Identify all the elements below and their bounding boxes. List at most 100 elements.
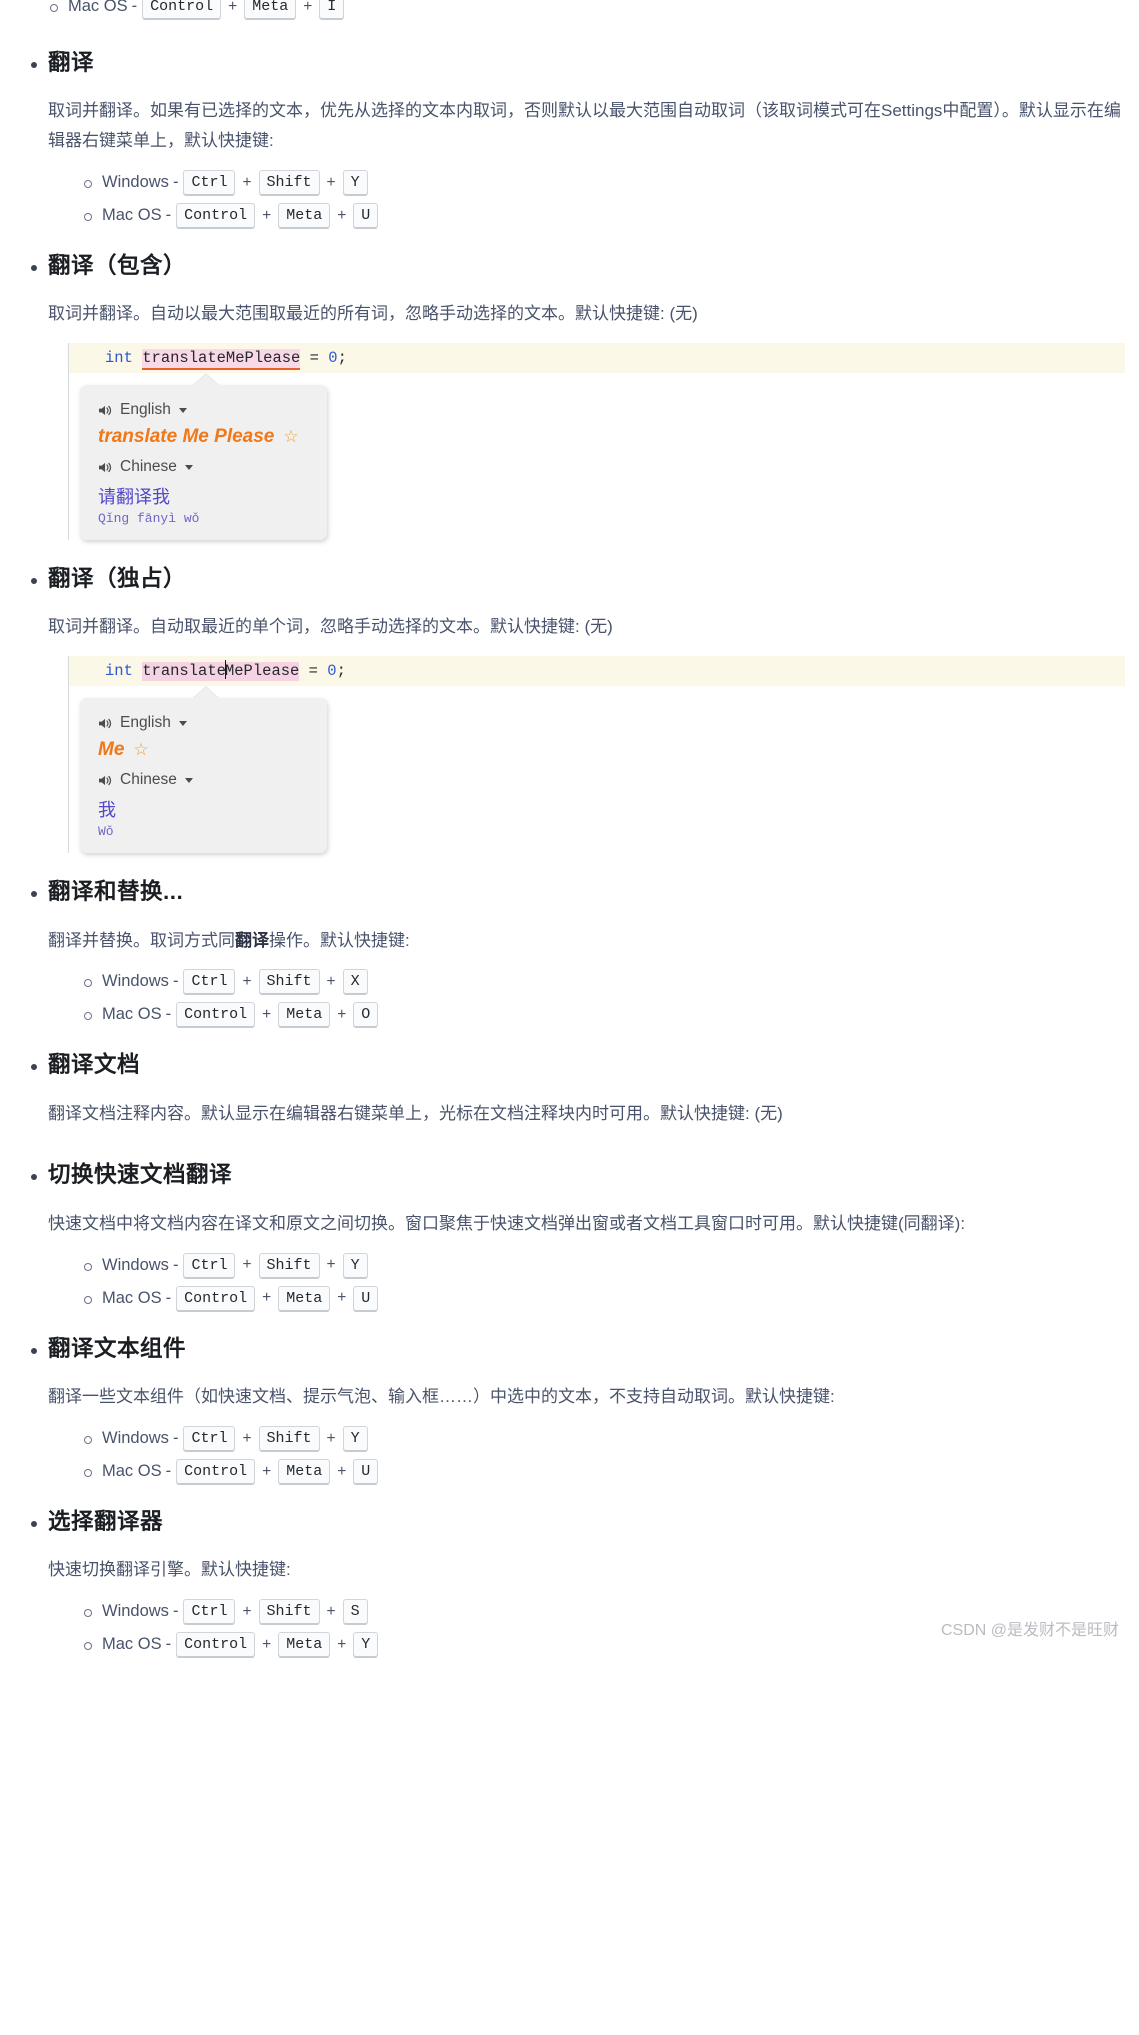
translation-popup: English translate Me Please ☆ Chinese 请翻… <box>80 385 327 540</box>
translation-popup-wrapper: English Me ☆ Chinese 我 Wǒ <box>80 687 327 854</box>
os-label: Mac OS <box>102 1461 162 1480</box>
os-label: Mac OS <box>102 206 162 225</box>
shortcut-item-macos: Mac OS - Control + Meta + O <box>80 1002 1125 1029</box>
plus-sign: + <box>242 1429 252 1447</box>
key-cap: Control <box>176 1458 256 1485</box>
plus-sign: + <box>242 1602 252 1620</box>
plus-sign: + <box>337 1006 347 1024</box>
popup-arrow <box>193 687 219 700</box>
feature-translate-text-component: 翻译文本组件 翻译一些文本组件（如快速文档、提示气泡、输入框……）中选中的文本，… <box>14 1332 1125 1485</box>
key-cap: Shift <box>258 1425 320 1452</box>
dash: - <box>165 1288 172 1307</box>
shortcut-list: Windows - Ctrl + Shift + X Mac OS - Cont… <box>48 969 1125 1029</box>
feature-title: 翻译 <box>48 50 95 75</box>
example-figure-inclusive: int translateMePlease = 0; English trans… <box>48 343 1125 540</box>
target-language-row[interactable]: Chinese <box>98 458 311 476</box>
speaker-icon[interactable] <box>98 461 113 474</box>
translation-popup: English Me ☆ Chinese 我 Wǒ <box>80 698 327 854</box>
watermark: CSDN @是发财不是旺财 <box>940 1621 1119 1639</box>
plus-sign: + <box>337 1462 347 1480</box>
target-language-label[interactable]: Chinese <box>120 458 177 476</box>
shortcut-list: Windows - Ctrl + Shift + Y Mac OS - Cont… <box>48 169 1125 229</box>
feature-title: 翻译和替换... <box>48 879 184 905</box>
code-line: int translateMePlease = 0; <box>69 343 1125 373</box>
source-text-row: Me ☆ <box>98 739 311 761</box>
feature-translate: 翻译 取词并翻译。如果有已选择的文本，优先从选择的文本内取词，否则默认以最大范围… <box>14 46 1125 229</box>
star-icon[interactable]: ☆ <box>133 740 148 760</box>
key-cap: Ctrl <box>183 1598 236 1625</box>
plus-sign: + <box>326 1602 336 1620</box>
desc-pre: 翻译并替换。取词方式同 <box>48 930 235 950</box>
code-operator: = <box>308 662 318 681</box>
plus-sign: + <box>262 1006 272 1024</box>
code-terminator: ; <box>337 349 347 367</box>
code-line: int translateMePlease = 0; <box>69 656 1125 687</box>
code-keyword: int <box>105 662 133 681</box>
shortcut-item-macos: Mac OS - Control + Meta + U <box>80 1458 1125 1485</box>
feature-description: 取词并翻译。自动以最大范围取最近的所有词，忽略手动选择的文本。默认快捷键: (无… <box>48 304 698 324</box>
feature-toggle-quick-doc-translation: 切换快速文档翻译 快速文档中将文档内容在译文和原文之间切换。窗口聚焦于快速文档弹… <box>14 1158 1125 1312</box>
key-cap: I <box>319 0 345 20</box>
key-cap: Control <box>142 0 222 20</box>
os-label: Windows <box>102 972 169 991</box>
desc-post: 操作。默认快捷键: <box>269 930 410 950</box>
chevron-down-icon[interactable] <box>184 777 193 783</box>
key-cap: Y <box>342 169 368 196</box>
dash: - <box>172 972 179 991</box>
feature-translate-document: 翻译文档 翻译文档注释内容。默认显示在编辑器右键菜单上，光标在文档注释块内时可用… <box>14 1048 1125 1128</box>
chevron-down-icon[interactable] <box>178 407 187 413</box>
source-text: translate Me Please <box>98 426 275 447</box>
key-cap: Shift <box>258 169 320 196</box>
code-value: 0 <box>328 349 338 367</box>
dash: - <box>172 1428 179 1447</box>
code-value: 0 <box>327 662 337 681</box>
desc-emphasis: 翻译 <box>235 930 269 950</box>
speaker-icon[interactable] <box>98 717 113 730</box>
feature-translate-exclusive: 翻译（独占） 取词并翻译。自动取最近的单个词，忽略手动选择的文本。默认快捷键: … <box>14 562 1125 854</box>
feature-title: 翻译文档 <box>48 1052 141 1078</box>
chevron-down-icon[interactable] <box>184 464 193 470</box>
source-language-row[interactable]: English <box>98 714 311 732</box>
plus-sign: + <box>337 206 347 224</box>
target-language-label[interactable]: Chinese <box>120 771 177 789</box>
shortcut-item: Mac OS - Control + Meta + I <box>46 0 1125 20</box>
shortcut-item-windows: Windows - Ctrl + Shift + X <box>80 969 1125 996</box>
plus-sign: + <box>242 973 252 991</box>
shortcut-list: Windows - Ctrl + Shift + Y Mac OS - Cont… <box>48 1252 1125 1312</box>
speaker-icon[interactable] <box>98 774 113 787</box>
dash: - <box>165 1634 172 1653</box>
shortcut-item-windows: Windows - Ctrl + Shift + Y <box>80 1252 1125 1279</box>
pinyin-text: Qǐng fānyì wǒ <box>98 511 200 526</box>
example-figure-exclusive: int translateMePlease = 0; English Me ☆ … <box>48 656 1125 854</box>
target-language-row[interactable]: Chinese <box>98 771 311 789</box>
plus-sign: + <box>303 0 313 15</box>
plus-sign: + <box>242 173 252 191</box>
os-label: Mac OS <box>102 1634 162 1653</box>
source-text-row: translate Me Please ☆ <box>98 426 311 448</box>
plus-sign: + <box>262 1289 272 1307</box>
code-identifier: translateMePlease <box>142 660 300 682</box>
feature-description: 取词并翻译。自动取最近的单个词，忽略手动选择的文本。默认快捷键: (无) <box>48 617 613 637</box>
dash: - <box>131 0 138 16</box>
key-cap: X <box>342 969 368 996</box>
plus-sign: + <box>242 1256 252 1274</box>
feature-title: 翻译文本组件 <box>48 1335 187 1361</box>
plus-sign: + <box>337 1289 347 1307</box>
key-cap: Meta <box>278 1002 331 1029</box>
clipped-shortcut-row: Mac OS - Control + Meta + I <box>14 0 1125 20</box>
dash: - <box>165 1005 172 1024</box>
source-language-row[interactable]: English <box>98 401 311 419</box>
source-language-label[interactable]: English <box>120 714 171 732</box>
os-label: Windows <box>102 1601 169 1620</box>
speaker-icon[interactable] <box>98 404 113 417</box>
key-cap: Shift <box>258 1252 320 1279</box>
key-cap: Y <box>342 1425 368 1452</box>
source-language-label[interactable]: English <box>120 401 171 419</box>
dash: - <box>172 1601 179 1620</box>
star-icon[interactable]: ☆ <box>283 427 298 447</box>
os-label: Windows <box>102 173 169 192</box>
translation-popup-wrapper: English translate Me Please ☆ Chinese 请翻… <box>80 374 327 540</box>
chevron-down-icon[interactable] <box>178 720 187 726</box>
os-label: Mac OS <box>102 1005 162 1024</box>
shortcut-item-windows: Windows - Ctrl + Shift + Y <box>80 1425 1125 1452</box>
